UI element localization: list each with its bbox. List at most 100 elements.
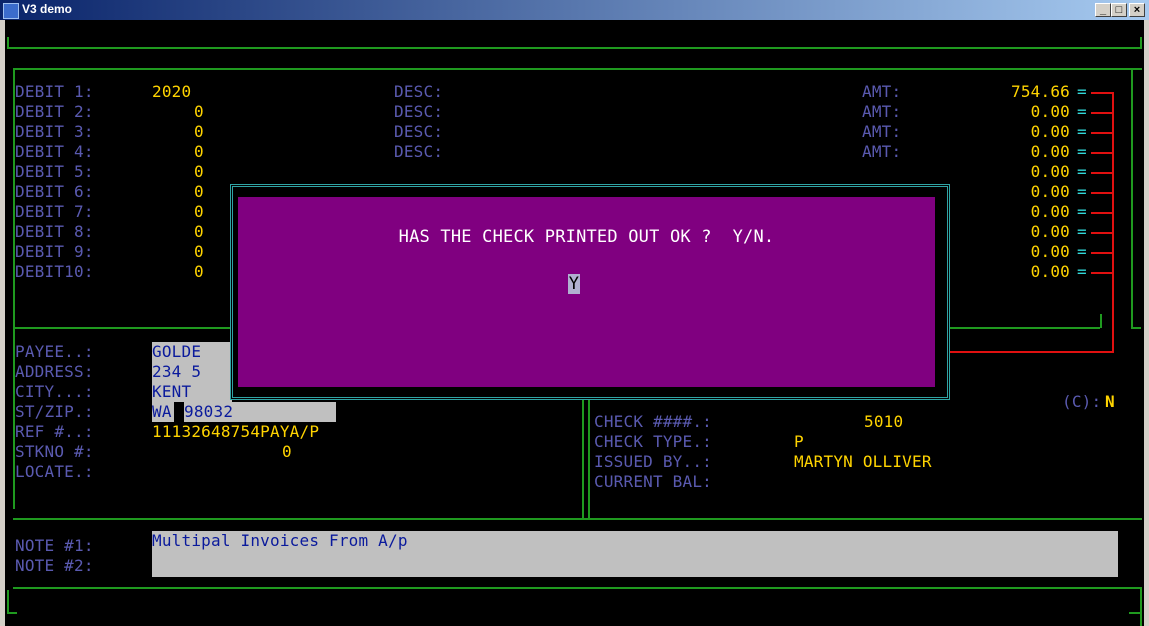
maximize-button[interactable]: □ — [1111, 3, 1127, 17]
window-title: V3 demo — [22, 2, 73, 16]
debit-label: DEBIT 8: — [15, 222, 94, 241]
dialog-message: HAS THE CHECK PRINTED OUT OK ? Y/N. — [398, 227, 775, 247]
stkno-label: STKNO #: — [15, 442, 94, 461]
amount-marker: = — [1077, 202, 1087, 221]
note2-field[interactable] — [152, 555, 1118, 577]
app-icon — [3, 3, 19, 19]
address-field[interactable]: 234 5 — [152, 362, 232, 382]
debit-amount[interactable]: 0.00 — [970, 142, 1070, 162]
issued-by-value[interactable]: MARTYN OLLIVER — [794, 452, 932, 472]
debit-account[interactable]: 0 — [194, 122, 204, 142]
connector-tick — [1091, 252, 1113, 254]
amount-marker: = — [1077, 82, 1087, 101]
connector-tick — [1091, 152, 1113, 154]
city-field[interactable]: KENT — [152, 382, 232, 402]
address-label: ADDRESS: — [15, 362, 94, 381]
debit-account[interactable]: 0 — [194, 162, 204, 182]
debit-section-tick — [1100, 314, 1102, 328]
debit-amount[interactable]: 0.00 — [970, 162, 1070, 182]
note2-label: NOTE #2: — [15, 556, 94, 575]
debit-amount[interactable]: 0.00 — [970, 122, 1070, 142]
payee-field[interactable]: GOLDE — [152, 342, 232, 362]
debit-account[interactable]: 2020 — [152, 82, 191, 102]
connector-tick — [1091, 112, 1113, 114]
desc-label: DESC: — [394, 122, 444, 141]
current-balance-label: CURRENT BAL: — [594, 472, 712, 491]
debit-amount[interactable]: 0.00 — [970, 102, 1070, 122]
frame-corner-tl — [7, 37, 9, 49]
stkno-value[interactable]: 0 — [282, 442, 292, 462]
confirm-dialog: HAS THE CHECK PRINTED OUT OK ? Y/N. Y — [238, 197, 935, 387]
note1-field[interactable]: Multipal Invoices From A/p — [152, 531, 1118, 555]
connector-tick — [1091, 92, 1113, 94]
ref-label: REF #..: — [15, 422, 94, 441]
column-divider-outer — [582, 400, 584, 518]
connector-tick — [1091, 192, 1113, 194]
column-divider-inner — [588, 400, 590, 518]
debit-label: DEBIT 2: — [15, 102, 94, 121]
debit-label: DEBIT 5: — [15, 162, 94, 181]
ref-value[interactable]: 11132648754PAYA/P — [152, 422, 319, 442]
amt-label: AMT: — [862, 82, 902, 101]
amt-label: AMT: — [862, 122, 902, 141]
state-field[interactable]: WA — [152, 402, 174, 422]
notes-section-top-line — [13, 518, 1142, 520]
city-label: CITY...: — [15, 382, 94, 401]
frame-right-bottom — [1140, 587, 1142, 626]
amount-marker: = — [1077, 242, 1087, 261]
frame-top-line — [7, 47, 1142, 49]
amount-marker: = — [1077, 222, 1087, 241]
amount-marker: = — [1077, 182, 1087, 201]
debit-label: DEBIT 7: — [15, 202, 94, 221]
debit-account[interactable]: 0 — [194, 242, 204, 262]
debit-account[interactable]: 0 — [194, 182, 204, 202]
check-number-value[interactable]: 5010 — [864, 412, 903, 432]
connector-tick — [1091, 212, 1113, 214]
connector-tick — [1091, 232, 1113, 234]
close-button[interactable]: × — [1129, 3, 1145, 17]
frame-corner-br — [1129, 612, 1141, 614]
amount-marker: = — [1077, 262, 1087, 281]
debit-label: DEBIT 9: — [15, 242, 94, 261]
notes-section-bottom-line — [13, 587, 1142, 589]
debit-account[interactable]: 0 — [194, 142, 204, 162]
connector-tick — [1091, 172, 1113, 174]
cursor-block — [174, 402, 184, 422]
debit-amount[interactable]: 0.00 — [970, 202, 1070, 222]
note1-label: NOTE #1: — [15, 536, 94, 555]
desc-label: DESC: — [394, 142, 444, 161]
debit-label: DEBIT 3: — [15, 122, 94, 141]
zip-field[interactable]: 98032 — [184, 402, 336, 422]
debit-amount[interactable]: 0.00 — [970, 182, 1070, 202]
confirm-input[interactable]: Y — [568, 274, 580, 294]
debit-amount[interactable]: 754.66 — [970, 82, 1070, 102]
copy-label: (C): — [1062, 392, 1102, 411]
minimize-button[interactable]: _ — [1095, 3, 1111, 17]
connector-tick — [1091, 272, 1113, 274]
payee-label: PAYEE..: — [15, 342, 94, 361]
amount-marker: = — [1077, 142, 1087, 161]
stzip-label: ST/ZIP.: — [15, 402, 94, 421]
debit-amount[interactable]: 0.00 — [970, 242, 1070, 262]
title-bar[interactable]: V3 demo _ □ × — [0, 0, 1149, 20]
debit-label: DEBIT 4: — [15, 142, 94, 161]
amount-marker: = — [1077, 162, 1087, 181]
debit-amount[interactable]: 0.00 — [970, 262, 1070, 282]
amount-marker: = — [1077, 102, 1087, 121]
locate-label: LOCATE.: — [15, 462, 94, 481]
debit-account[interactable]: 0 — [194, 262, 204, 282]
debit-account[interactable]: 0 — [194, 102, 204, 122]
frame-corner-bl-v — [7, 590, 9, 614]
check-type-label: CHECK TYPE.: — [594, 432, 712, 451]
debit-section-right-line — [1131, 68, 1133, 328]
desc-label: DESC: — [394, 102, 444, 121]
check-type-value[interactable]: P — [794, 432, 804, 452]
terminal-screen: DEBIT 1: 2020 DESC: AMT: 754.66 = DEBIT … — [5, 20, 1144, 626]
debit-account[interactable]: 0 — [194, 222, 204, 242]
debit-amount[interactable]: 0.00 — [970, 222, 1070, 242]
debit-label: DEBIT10: — [15, 262, 94, 281]
copy-value[interactable]: N — [1105, 392, 1115, 412]
amt-label: AMT: — [862, 142, 902, 161]
debit-account[interactable]: 0 — [194, 202, 204, 222]
connector-tick — [1091, 132, 1113, 134]
